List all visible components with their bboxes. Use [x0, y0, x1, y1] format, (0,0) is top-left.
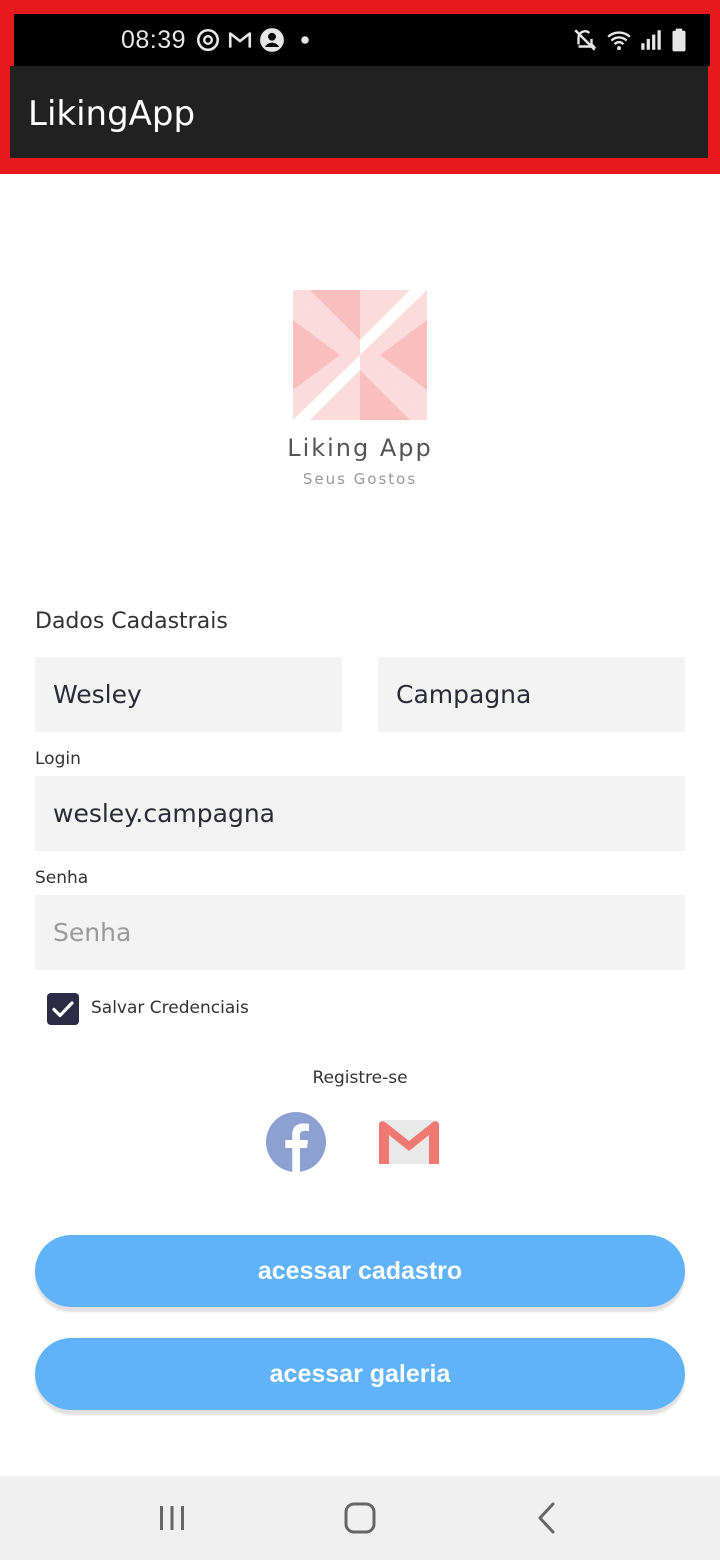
gmail-icon — [228, 32, 252, 48]
status-time: 08:39 — [121, 26, 187, 54]
login-field[interactable]: wesley.campagna — [35, 776, 685, 851]
signal-icon — [641, 30, 661, 50]
facebook-icon — [266, 1112, 326, 1172]
register-label: Registre-se — [312, 1068, 408, 1088]
dot-icon — [301, 36, 309, 44]
logo-subtitle: Seus Gostos — [302, 470, 418, 488]
sync-icon — [196, 28, 220, 52]
account-icon — [260, 28, 284, 52]
status-bar: 08:39 — [14, 14, 710, 66]
facebook-button[interactable] — [264, 1110, 328, 1174]
gmail-icon — [379, 1120, 439, 1164]
login-label: Login — [35, 749, 81, 769]
app-logo: Liking App Seus Gostos — [280, 280, 440, 500]
access-galeria-button[interactable]: acessar galeria — [35, 1338, 685, 1410]
access-cadastro-button[interactable]: acessar cadastro — [35, 1235, 685, 1307]
password-field[interactable]: Senha — [35, 895, 685, 970]
last-name-field[interactable]: Campagna — [378, 657, 685, 732]
home-icon[interactable] — [338, 1496, 382, 1540]
logo-title: Liking App — [287, 434, 433, 462]
battery-icon — [672, 28, 686, 52]
mute-icon — [574, 29, 597, 51]
gmail-button[interactable] — [376, 1110, 440, 1174]
logo-mark-icon — [293, 290, 427, 420]
wifi-icon — [607, 31, 631, 51]
save-credentials-checkbox[interactable] — [47, 993, 79, 1025]
password-label: Senha — [35, 868, 89, 888]
section-title: Dados Cadastrais — [35, 609, 228, 634]
first-name-field[interactable]: Wesley — [35, 657, 342, 732]
app-title: LikingApp — [28, 94, 196, 134]
app-bar: LikingApp — [10, 66, 708, 158]
checkmark-icon — [52, 1001, 74, 1018]
system-nav-bar — [0, 1476, 720, 1560]
back-icon[interactable] — [525, 1496, 569, 1540]
recents-icon[interactable] — [150, 1496, 194, 1540]
save-credentials-label: Salvar Credenciais — [91, 998, 249, 1018]
